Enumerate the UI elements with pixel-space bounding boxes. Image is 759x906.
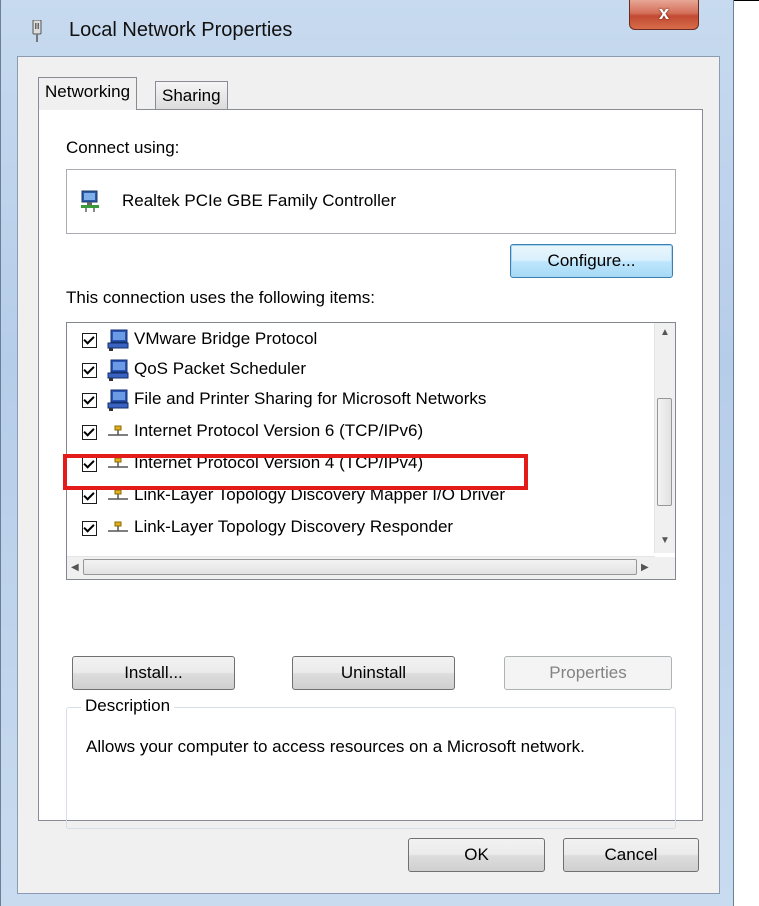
items-list[interactable]: VMware Bridge Protocol QoS Packet Schedu… bbox=[66, 322, 676, 580]
uninstall-button-label: Uninstall bbox=[340, 663, 407, 682]
window-title: Local Network Properties bbox=[69, 19, 293, 41]
ipv4-highlight-box bbox=[63, 454, 528, 490]
properties-button[interactable]: Properties bbox=[504, 656, 672, 690]
tab-sharing-label: Sharing bbox=[162, 86, 221, 105]
network-client-icon bbox=[107, 329, 129, 351]
configure-button-label: Configure... bbox=[547, 251, 636, 270]
item-label: Internet Protocol Version 6 (TCP/IPv6) bbox=[134, 421, 424, 440]
install-button-label: Install... bbox=[124, 663, 183, 682]
cancel-button-label: Cancel bbox=[604, 845, 658, 864]
list-item[interactable]: VMware Bridge Protocol bbox=[82, 326, 612, 356]
connect-using-label: Connect using: bbox=[66, 138, 180, 157]
tab-sharing[interactable]: Sharing bbox=[155, 81, 228, 109]
item-checkbox[interactable] bbox=[82, 521, 97, 536]
item-label: File and Printer Sharing for Microsoft N… bbox=[134, 389, 487, 408]
description-text: Allows your computer to access resources… bbox=[86, 737, 585, 756]
configure-button[interactable]: Configure... bbox=[510, 244, 673, 278]
list-item[interactable]: Link-Layer Topology Discovery Responder bbox=[82, 514, 612, 544]
scroll-right-arrow-icon[interactable]: ▶ bbox=[641, 562, 649, 573]
item-label: VMware Bridge Protocol bbox=[134, 329, 318, 348]
close-button[interactable]: x bbox=[629, 0, 699, 30]
properties-dialog-window: Local Network Properties x Networking Sh… bbox=[0, 0, 734, 906]
item-label: QoS Packet Scheduler bbox=[134, 359, 306, 378]
list-item[interactable]: File and Printer Sharing for Microsoft N… bbox=[82, 386, 612, 416]
title-bar[interactable]: Local Network Properties x bbox=[1, 0, 733, 56]
scroll-down-arrow-icon[interactable]: ▼ bbox=[660, 535, 670, 546]
item-checkbox[interactable] bbox=[82, 363, 97, 378]
network-adapter-icon bbox=[32, 20, 42, 42]
vertical-scroll-thumb[interactable] bbox=[657, 398, 672, 506]
network-client-icon bbox=[107, 389, 129, 411]
horizontal-scroll-thumb[interactable] bbox=[83, 559, 637, 575]
tab-networking[interactable]: Networking bbox=[38, 77, 138, 110]
tab-networking-label: Networking bbox=[45, 82, 131, 101]
uninstall-button[interactable]: Uninstall bbox=[292, 656, 455, 690]
scroll-up-arrow-icon[interactable]: ▲ bbox=[660, 327, 670, 338]
description-legend: Description bbox=[81, 696, 175, 716]
adapter-box: Realtek PCIe GBE Family Controller bbox=[66, 169, 676, 234]
item-checkbox[interactable] bbox=[82, 333, 97, 348]
protocol-icon bbox=[108, 521, 128, 532]
scrollbar-corner bbox=[655, 557, 675, 579]
vertical-scrollbar[interactable]: ▲ ▼ bbox=[654, 323, 675, 553]
item-checkbox[interactable] bbox=[82, 425, 97, 440]
item-checkbox[interactable] bbox=[82, 393, 97, 408]
protocol-icon bbox=[108, 425, 128, 436]
item-label: Link-Layer Topology Discovery Responder bbox=[134, 517, 454, 536]
list-item[interactable]: QoS Packet Scheduler bbox=[82, 356, 612, 386]
description-group: Description Allows your computer to acce… bbox=[66, 696, 676, 829]
horizontal-scrollbar[interactable]: ◀ ▶ bbox=[67, 556, 655, 579]
ok-button[interactable]: OK bbox=[408, 838, 545, 872]
item-checkbox[interactable] bbox=[82, 489, 97, 504]
scroll-left-arrow-icon[interactable]: ◀ bbox=[71, 562, 79, 573]
ok-button-label: OK bbox=[464, 845, 489, 864]
list-item[interactable]: Internet Protocol Version 6 (TCP/IPv6) bbox=[82, 418, 612, 448]
adapter-name: Realtek PCIe GBE Family Controller bbox=[122, 191, 396, 210]
network-client-icon bbox=[107, 359, 129, 381]
install-button[interactable]: Install... bbox=[72, 656, 235, 690]
adapter-icon bbox=[81, 190, 99, 212]
properties-button-label: Properties bbox=[549, 663, 627, 682]
cancel-button[interactable]: Cancel bbox=[563, 838, 699, 872]
items-section-label: This connection uses the following items… bbox=[66, 288, 375, 307]
